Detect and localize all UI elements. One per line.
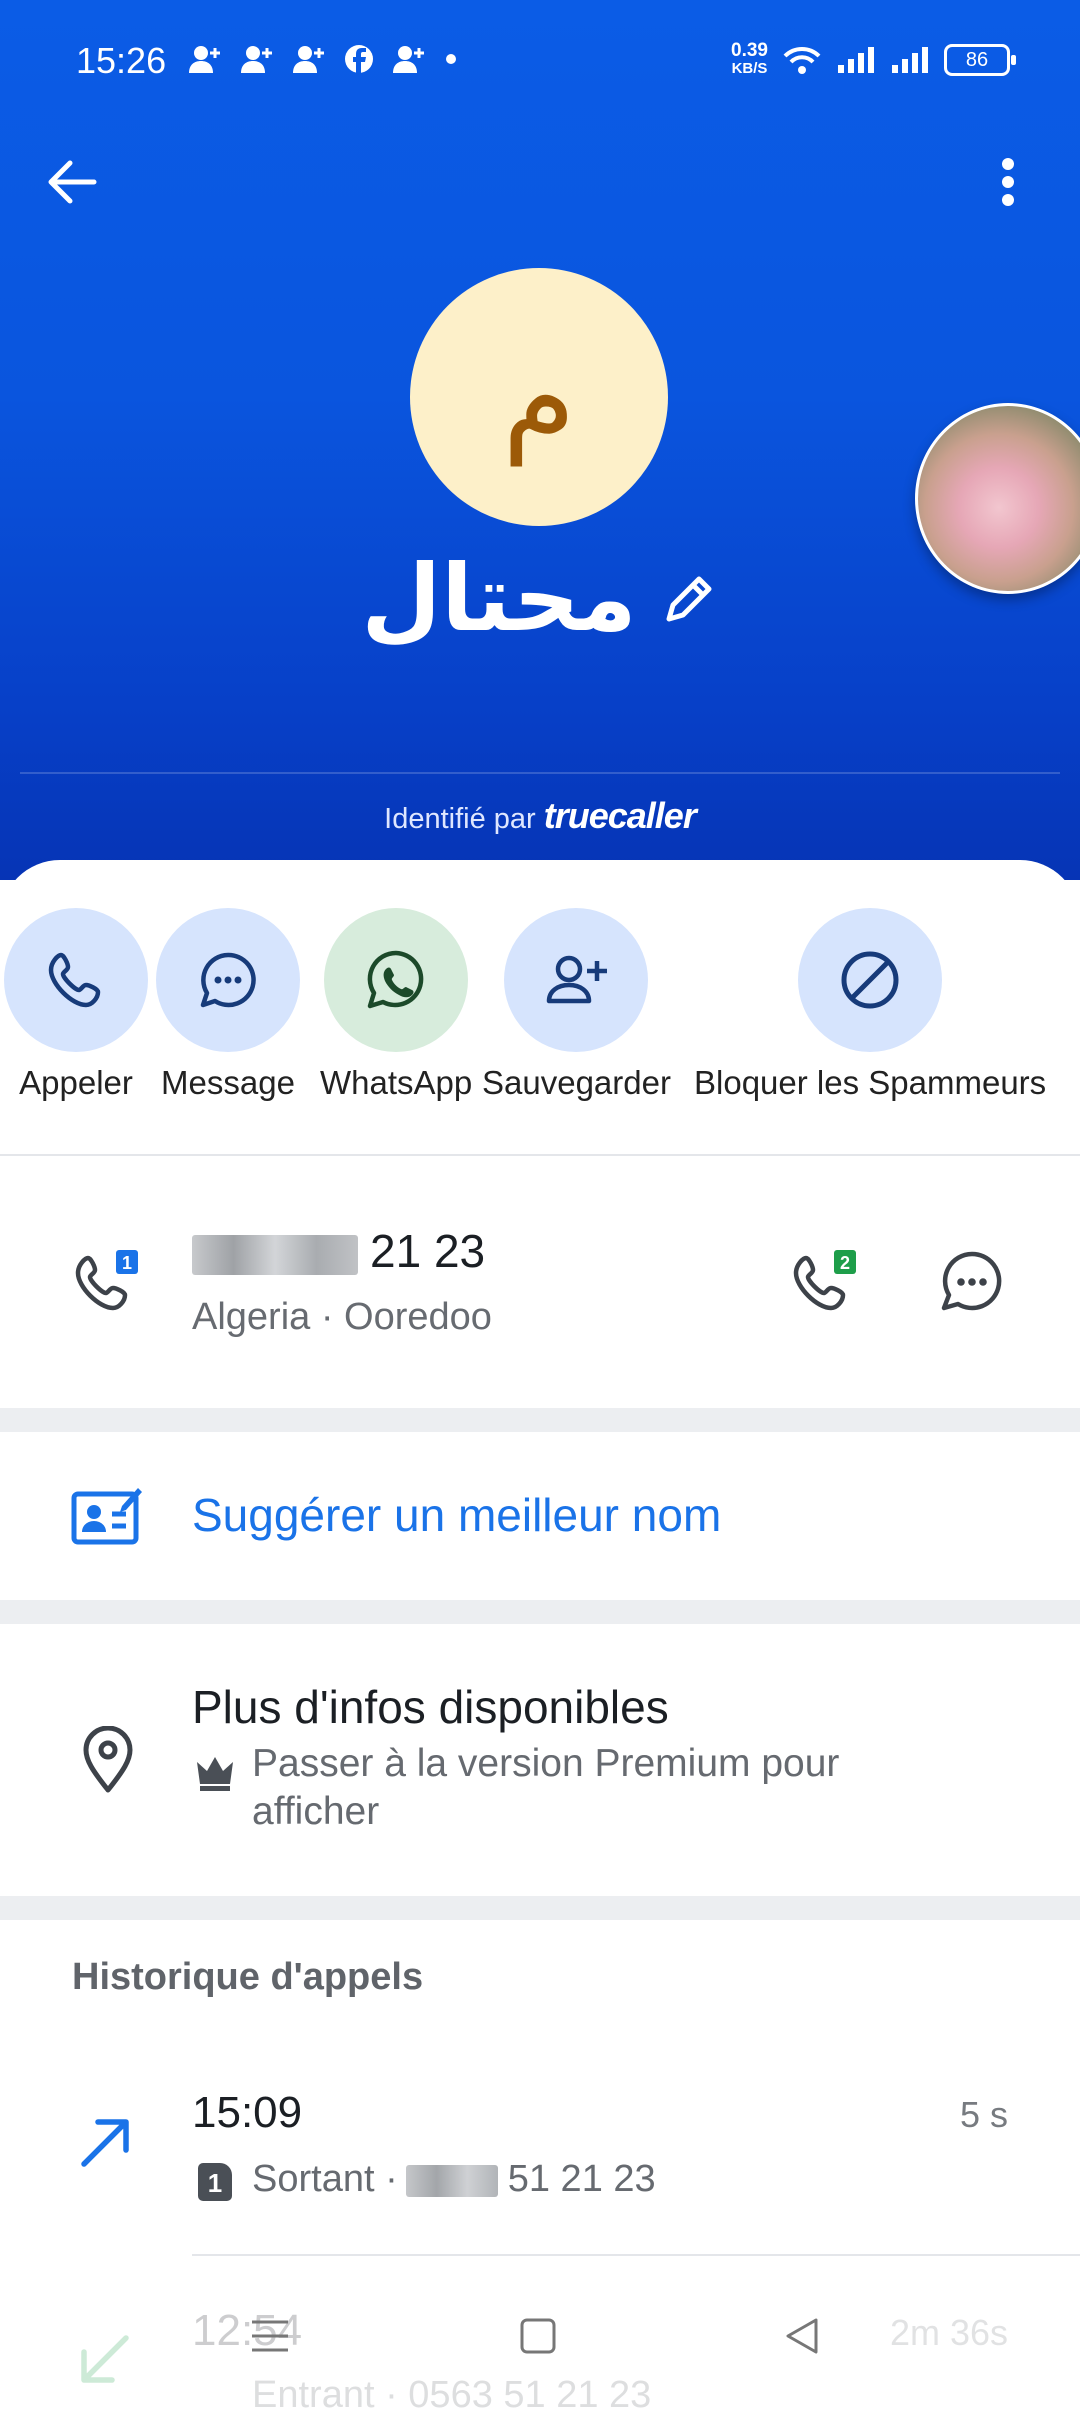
message-action-button[interactable]: Message [156,908,300,1102]
network-speed: 0.39 KB/S [731,40,768,77]
contact-name: محتال [361,545,637,652]
sms-icon[interactable] [936,1246,1008,1318]
contact-name-row: محتال [0,545,1080,652]
contact-avatar: م [410,268,668,526]
premium-upsell-text[interactable]: Passer à la version Premium pour affiche… [252,1740,972,1836]
call-action-button[interactable]: Appeler [4,908,148,1102]
list-divider [192,2254,1080,2256]
location-pin-icon [83,1726,133,1793]
section-separator [0,1896,1080,1920]
system-indicators: 0.39 KB/S 86 [731,40,1016,78]
back-nav-icon[interactable] [782,2316,822,2356]
header-divider [20,772,1060,774]
phone-number[interactable]: 21 23 [192,1224,485,1278]
status-bar: 15:26 0.39 KB/S 86 [0,0,1080,120]
contact-notification-icon [189,46,220,73]
more-info-title[interactable]: Plus d'infos disponibles [192,1680,669,1734]
sim1-call-icon[interactable]: 1 [72,1246,144,1318]
suggest-better-name-link[interactable]: Suggérer un meilleur nom [192,1488,721,1542]
call-duration: 5 s [959,2094,1008,2135]
outgoing-call-arrow-icon [81,2119,129,2167]
notification-icons [188,44,458,74]
edit-pencil-icon[interactable] [659,569,719,629]
wifi-icon [783,46,821,74]
back-arrow-icon[interactable] [40,150,104,214]
section-separator [0,1600,1080,1624]
signal-icon [838,47,874,73]
menu-nav-icon[interactable] [250,2316,290,2356]
add-person-icon [547,955,608,1004]
svg-text:2: 2 [840,1253,850,1273]
premium-crown-icon [197,1757,233,1791]
divider [0,1154,1080,1156]
sim-badge: 1 [198,2163,232,2201]
suggest-name-icon [71,1488,142,1545]
battery-indicator: 86 [944,44,1016,76]
whatsapp-action-button[interactable]: WhatsApp [320,908,472,1102]
home-nav-icon[interactable] [518,2316,558,2356]
block-icon [841,951,899,1009]
sim2-call-icon[interactable]: 2 [790,1246,862,1318]
whatsapp-icon [367,950,424,1009]
contact-notification-icon [293,46,324,73]
more-options-icon[interactable] [984,150,1032,214]
redacted-number-part [405,2164,498,2197]
carrier-label: Algeria · Ooredoo [192,1296,492,1338]
quick-actions-bar: Appeler Message WhatsApp Sauvegarder Blo… [0,908,1080,1108]
contact-notification-icon [241,46,272,73]
status-time: 15:26 [76,40,167,81]
block-spammers-action-button[interactable]: Bloquer les Spammeurs [694,908,1046,1102]
phone-icon [48,952,101,1008]
truecaller-logo: truecaller [543,795,697,836]
chat-bubble-icon [200,952,256,1008]
section-separator [0,1408,1080,1432]
call-details: Sortant · 51 21 23 [252,2158,656,2200]
call-time[interactable]: 15:09 [192,2088,302,2138]
contact-notification-icon [393,46,424,73]
identified-by-label: Identifié par truecaller [384,795,697,836]
system-navigation-bar [0,2280,1080,2400]
dot-icon [446,54,456,64]
redacted-number-part [192,1234,358,1275]
call-history-title: Historique d'appels [72,1956,424,1998]
facebook-icon [345,45,373,73]
svg-text:1: 1 [122,1253,132,1273]
save-contact-action-button[interactable]: Sauvegarder [482,908,671,1102]
signal-icon [892,47,928,73]
contact-header: 15:26 0.39 KB/S 86 م محتال Identifié par [0,0,1080,880]
